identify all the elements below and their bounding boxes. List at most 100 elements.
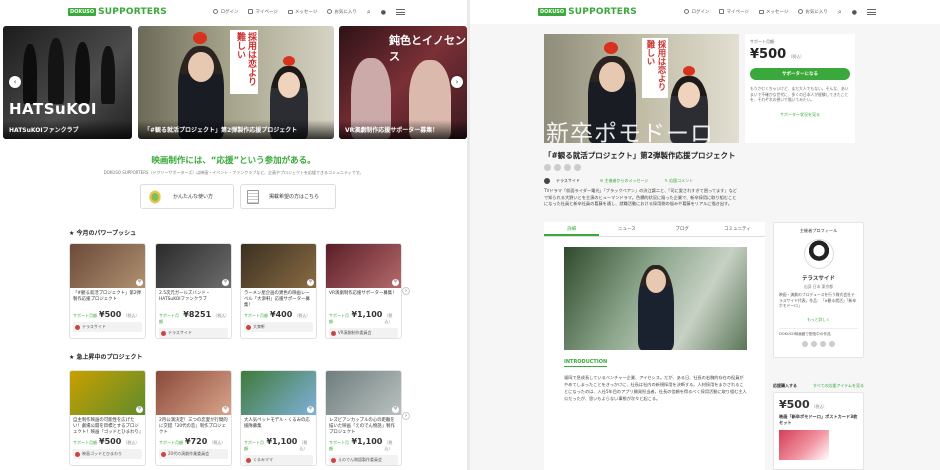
support-comment-link[interactable]: ✎ 応援コメント xyxy=(664,178,693,184)
details-content: INTRODUCTION 福岡で急成長しているベンチャー企業、アイセシス。だが、… xyxy=(544,237,765,470)
card-owner[interactable]: 映画ゴッドとひまわり xyxy=(73,449,142,459)
nav-favorite[interactable]: お気に入り xyxy=(798,9,828,15)
tab-community[interactable]: コミュニティ xyxy=(710,222,765,236)
band-member xyxy=(75,42,90,104)
card-owner[interactable]: くるみママ xyxy=(244,455,313,465)
slide-caption: 「#観る就活プロジェクト」第2弾製作応援プロジェクト xyxy=(138,120,334,139)
nav-login[interactable]: ログイン xyxy=(213,9,238,15)
card-owner[interactable]: 大衆軒 xyxy=(244,322,313,332)
favorite-heart-icon[interactable]: ♥ xyxy=(222,279,229,286)
profile-name[interactable]: テラスサイド xyxy=(779,274,858,282)
favorite-heart-icon[interactable]: ♥ xyxy=(136,279,143,286)
slider-prev-button[interactable]: ‹ xyxy=(9,76,21,88)
card-title: 2月公演決定！三つの恋愛が行間的に交錯「20代の恋」制作プロジェクト xyxy=(159,418,228,435)
how-to-button[interactable]: かんたんな使い方 xyxy=(140,184,234,209)
twitter-icon[interactable] xyxy=(811,341,817,347)
favorite-heart-icon[interactable]: ♥ xyxy=(222,406,229,413)
project-card[interactable]: ♥ レズビアンカップルの心の距離を描いた映画「えのでん物語」製作プロジェクト サポー… xyxy=(325,370,402,466)
carousel-next-icon[interactable]: › xyxy=(402,287,410,295)
home-icon xyxy=(248,9,254,14)
favorite-heart-icon[interactable]: ♥ xyxy=(136,406,143,413)
heart-icon xyxy=(327,9,333,14)
project-card[interactable]: ♥ 2月公演決定！三つの恋愛が行間的に交錯「20代の恋」制作プロジェクト サポート月… xyxy=(155,370,232,466)
nav-mypage[interactable]: マイページ xyxy=(719,9,749,15)
slide-1[interactable]: HATSuKOI HATSuKOIファンクラブ xyxy=(3,26,132,139)
card-title: 「#観る就活プロジェクト」第2弾製作応援プロジェクト xyxy=(73,291,141,302)
nav-mypage[interactable]: マイページ xyxy=(248,9,278,15)
nav-login[interactable]: ログイン xyxy=(684,9,709,15)
owner-name[interactable]: テラスサイド xyxy=(556,178,580,184)
card-owner[interactable]: 20代の演劇作業委員会 xyxy=(159,449,228,459)
nav-message-label: メッセージ xyxy=(765,10,789,15)
support-panel: サポート月額 ¥500 （税込） サポーターになる もうさむくちゃいけど、まだ大… xyxy=(745,34,855,143)
favorite-heart-icon[interactable]: ♥ xyxy=(392,406,399,413)
card-price-unit: （税込） xyxy=(123,313,140,318)
card-title: 大人気ペットモデル・くるみの応援隊募集 xyxy=(244,418,310,429)
menu-icon[interactable] xyxy=(867,9,876,15)
owner-avatar xyxy=(246,324,251,330)
bell-icon[interactable]: ● xyxy=(852,9,857,16)
supporter-list-link[interactable]: サポーター状況を見る xyxy=(750,112,850,118)
tagline: 映画制作には、“応援”という参加がある。 xyxy=(151,156,316,166)
favorite-heart-icon[interactable]: ♥ xyxy=(307,279,314,286)
favorite-heart-icon[interactable]: ♥ xyxy=(392,279,399,286)
become-supporter-button[interactable]: サポーターになる xyxy=(750,68,850,80)
card-price-label: サポート月額 xyxy=(329,313,349,324)
all-rewards-link[interactable]: すべての応援アイテムを見る xyxy=(813,383,864,389)
card-owner[interactable]: VR演劇制作委員会 xyxy=(329,328,398,338)
search-icon[interactable]: ⌕ xyxy=(838,8,842,17)
carousel-next-icon[interactable]: › xyxy=(402,412,410,420)
project-card[interactable]: ♥ 2.5次元ガールズバンド・HATSuKOIファンクラブ サポート月額 ¥8251 （… xyxy=(155,243,232,339)
favorite-heart-icon[interactable]: ♥ xyxy=(307,406,314,413)
slide-2[interactable]: 採用は恋より難しい 「#観る就活プロジェクト」第2弾製作応援プロジェクト xyxy=(138,26,334,139)
profile-more-link[interactable]: もっと詳しく xyxy=(779,317,858,323)
nav-mypage-label: マイページ xyxy=(255,10,278,15)
card-price-row: サポート月額 ¥400 （税込） xyxy=(241,310,316,319)
tab-news[interactable]: ニュース xyxy=(599,222,654,236)
card-title: ラーメン屋企画の異色の映画レーベル「大衆軒」応援サポーター募集！ xyxy=(244,291,310,308)
nav-login-label: ログイン xyxy=(691,10,710,15)
profile-badge[interactable]: DOKUSO映画館で配信中の作品 xyxy=(779,328,858,337)
logo-text[interactable]: SUPPORTERS xyxy=(568,7,637,17)
logo-text[interactable]: SUPPORTERS xyxy=(98,7,167,17)
hero-overlay-title: 新卒ポモドーロ xyxy=(546,121,714,143)
menu-icon[interactable] xyxy=(396,9,405,15)
nav-message[interactable]: メッセージ xyxy=(758,9,789,15)
tab-details[interactable]: 詳細 xyxy=(544,222,600,236)
listing-request-button[interactable]: 掲載希望の方はこちら xyxy=(240,184,336,209)
slide-3[interactable]: 鈍色とイノセンス VR演劇制作応援サポーター募集！ xyxy=(339,26,467,139)
youtube-icon[interactable] xyxy=(829,341,835,347)
reward-card[interactable]: ¥500 （税込） 映画「新卒ポモドーロ」ポストカード3枚セット xyxy=(773,392,864,470)
section-power-push: ★ 今月のパワープッシュ xyxy=(69,230,137,237)
project-card[interactable]: ♥ 大人気ペットモデル・くるみの応援隊募集 サポート月額 ¥1,100 （税込） くるみマ… xyxy=(240,370,317,466)
facebook-icon[interactable] xyxy=(544,164,551,171)
search-icon[interactable]: ⌕ xyxy=(367,8,371,17)
logo-badge[interactable]: DOKUSO xyxy=(68,8,97,16)
instagram-icon[interactable] xyxy=(820,341,826,347)
link-icon[interactable] xyxy=(574,164,581,171)
project-card[interactable]: ♥ VR演劇制作応援サポーター募集！ サポート月額 ¥1,100 （税込） VR演劇制作委… xyxy=(325,243,402,339)
profile-social xyxy=(779,341,858,347)
nav-favorite[interactable]: お気に入り xyxy=(327,9,357,15)
project-hero-image: 採用は恋より難しい 新卒ポモドーロ xyxy=(544,34,739,143)
project-card[interactable]: ♥ 自主制作映画の可能性を広げたい！劇場公開を目標とするプロジェクト！映画『ゴッド… xyxy=(69,370,146,466)
card-owner[interactable]: テラスサイド xyxy=(73,322,142,332)
twitter-icon[interactable] xyxy=(554,164,561,171)
logo-badge[interactable]: DOKUSO xyxy=(538,8,567,16)
card-owner[interactable]: えのでん物語製作委員会 xyxy=(329,455,398,465)
owner-message-link[interactable]: ✉ 主催者からのメッセージ xyxy=(600,178,649,184)
card-owner[interactable]: テラスサイド xyxy=(159,328,228,338)
tab-blog[interactable]: ブログ xyxy=(655,222,710,236)
card-price-unit: （税込） xyxy=(384,313,393,324)
bell-icon[interactable]: ● xyxy=(381,9,386,16)
facebook-icon[interactable] xyxy=(802,341,808,347)
project-description: TVドラマ「仮面ライダー電光」「ブラックペアン」の渋江譲二と、「司に愛されすぎて… xyxy=(544,188,737,206)
line-icon[interactable] xyxy=(564,164,571,171)
card-owner-name: VR演劇制作委員会 xyxy=(338,330,372,335)
reward-unit: （税込） xyxy=(811,404,827,409)
card-owner-name: くるみママ xyxy=(253,457,273,462)
project-card[interactable]: ♥ ラーメン屋企画の異色の映画レーベル「大衆軒」応援サポーター募集！ サポート月額 ¥… xyxy=(240,243,317,339)
project-card[interactable]: ♥ 「#観る就活プロジェクト」第2弾製作応援プロジェクト サポート月額 ¥500 （税込… xyxy=(69,243,146,339)
slider-next-button[interactable]: › xyxy=(451,76,463,88)
nav-message[interactable]: メッセージ xyxy=(287,9,317,15)
